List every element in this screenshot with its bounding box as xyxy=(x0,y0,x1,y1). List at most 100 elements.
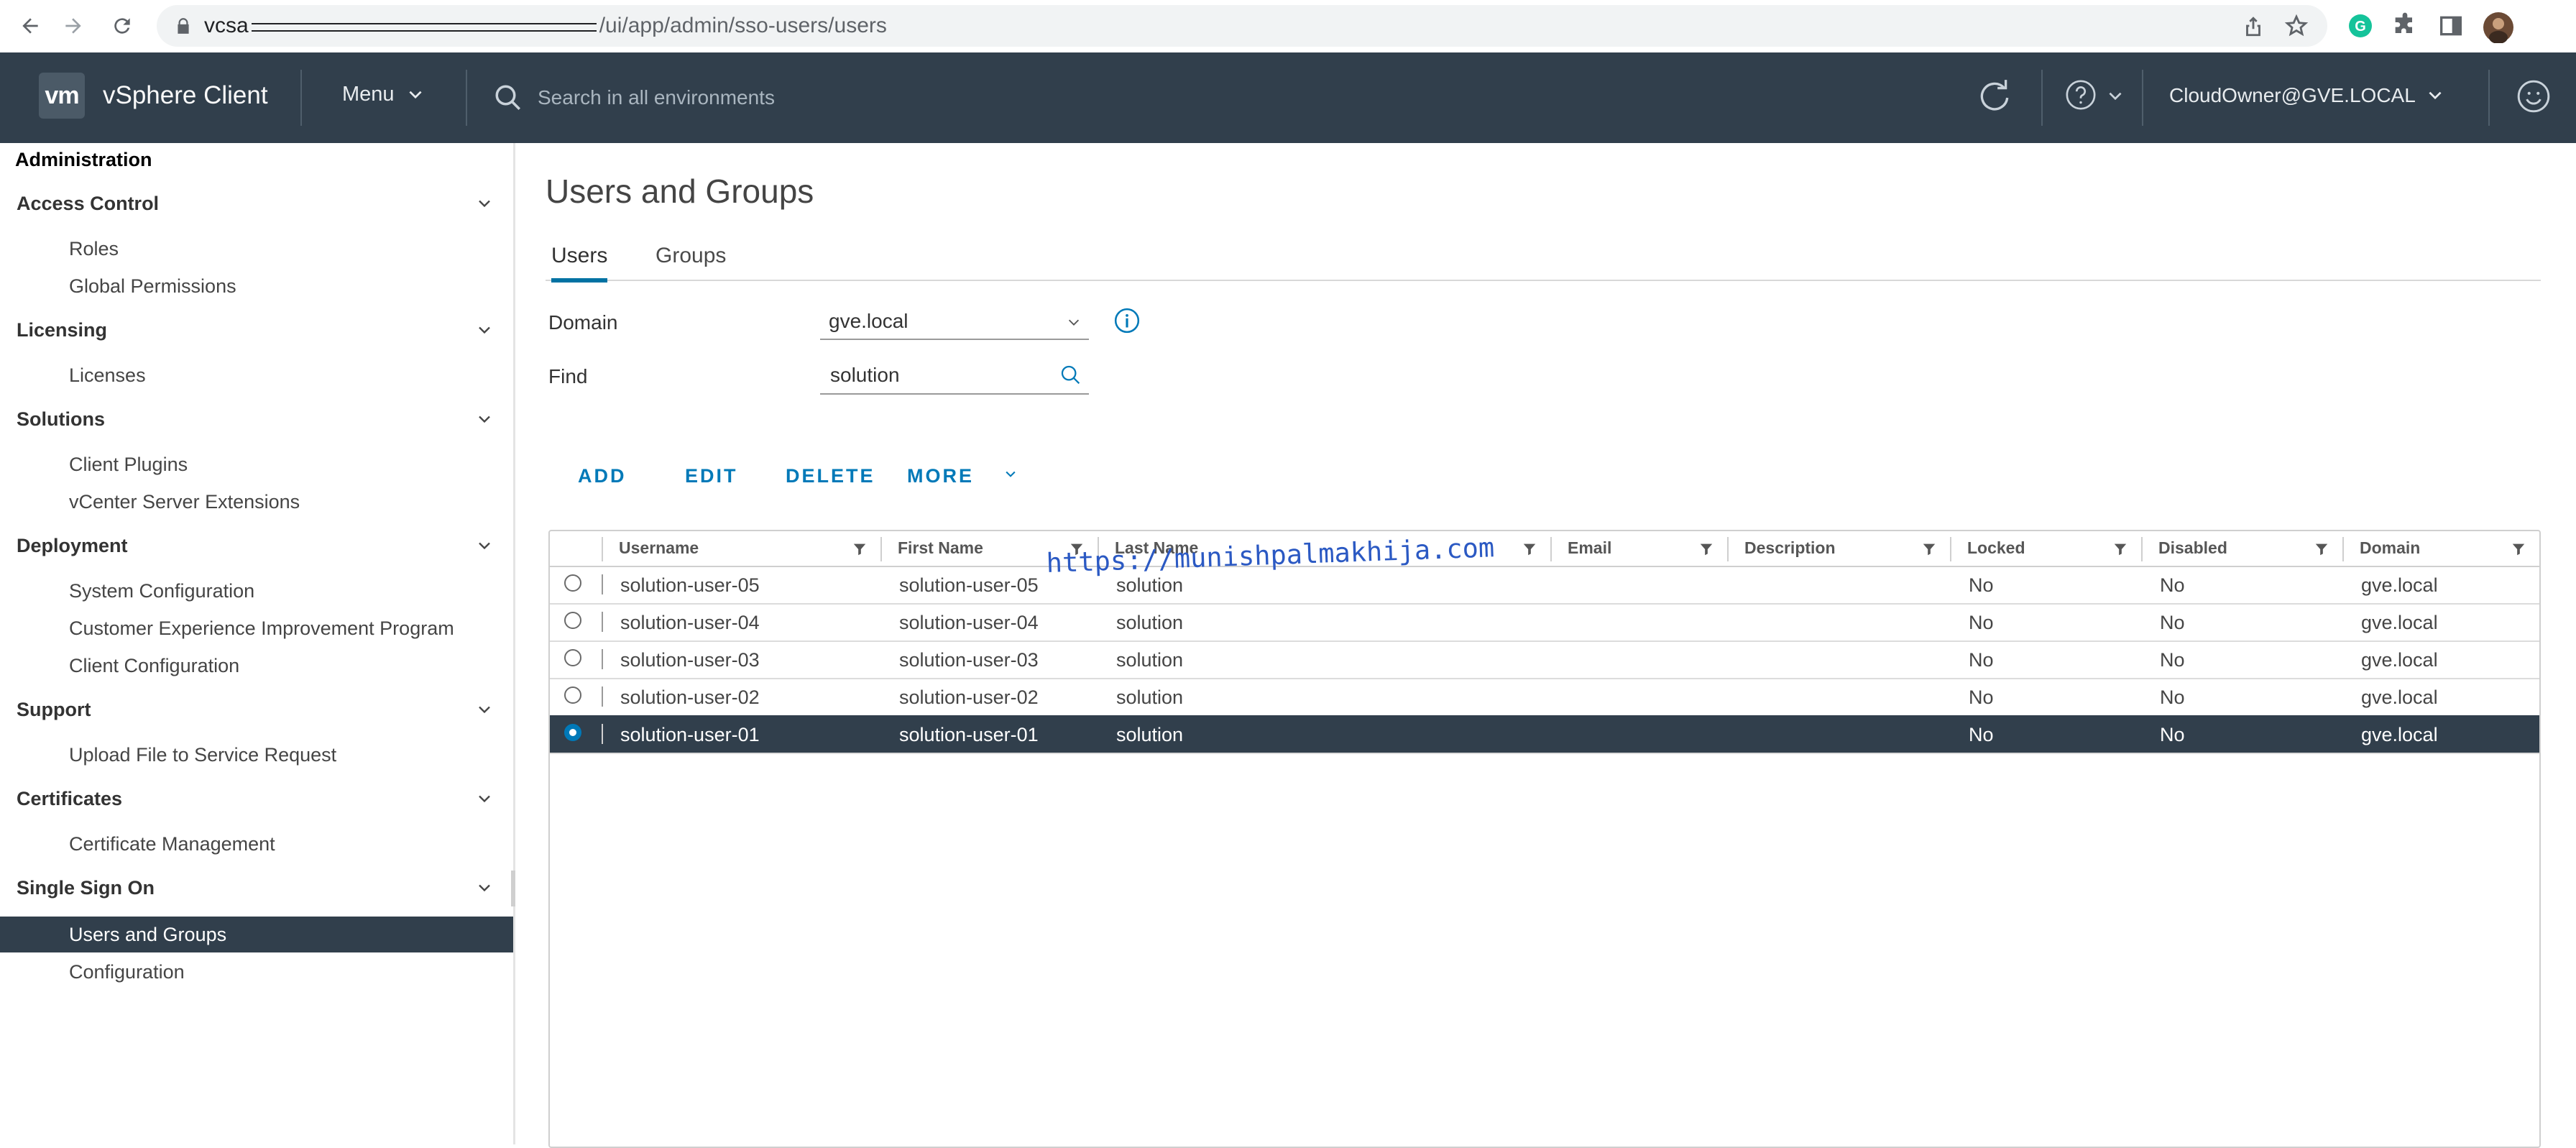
grammarly-extension-icon[interactable]: G xyxy=(2346,12,2375,40)
find-field[interactable] xyxy=(820,359,1089,395)
sidebar-item-users-and-groups[interactable]: Users and Groups xyxy=(0,917,513,952)
chevron-down-icon[interactable] xyxy=(474,409,494,429)
user-menu[interactable]: CloudOwner@GVE.LOCAL xyxy=(2169,84,2444,107)
row-select-radio[interactable] xyxy=(564,574,581,592)
cell-locked: No xyxy=(1969,686,1994,708)
app-title[interactable]: vSphere Client xyxy=(103,81,268,110)
sidebar-item-upload-file[interactable]: Upload File to Service Request xyxy=(0,737,513,773)
back-button[interactable] xyxy=(14,10,46,42)
chevron-down-icon[interactable] xyxy=(474,536,494,556)
domain-select[interactable]: gve.local xyxy=(820,307,1089,340)
column-header-email[interactable]: Email xyxy=(1550,531,1727,566)
table-row[interactable]: solution-user-03 solution-user-03 soluti… xyxy=(550,640,2539,679)
filter-icon[interactable] xyxy=(2511,541,2526,557)
bookmark-star-icon[interactable] xyxy=(2284,14,2309,38)
app-header: vm vSphere Client Menu CloudOwner@GVE.LO… xyxy=(0,52,2576,143)
column-header-username[interactable]: Username xyxy=(602,531,880,566)
table-row[interactable]: solution-user-05 solution-user-05 soluti… xyxy=(550,566,2539,605)
sidebar-group-certificates[interactable]: Certificates xyxy=(17,788,122,810)
filter-icon[interactable] xyxy=(1522,541,1537,557)
column-header-disabled[interactable]: Disabled xyxy=(2141,531,2342,566)
reload-button[interactable] xyxy=(106,10,138,42)
sidebar-item-client-plugins[interactable]: Client Plugins xyxy=(0,446,513,482)
sidebar-group-deployment[interactable]: Deployment xyxy=(17,535,128,557)
column-header-locked[interactable]: Locked xyxy=(1950,531,2141,566)
filter-icon[interactable] xyxy=(852,541,868,557)
info-icon[interactable] xyxy=(1113,307,1141,334)
tab-users[interactable]: Users xyxy=(551,244,608,283)
chevron-down-icon xyxy=(1068,319,1080,326)
page-title: Users and Groups xyxy=(546,173,814,210)
sidebar-group-solutions[interactable]: Solutions xyxy=(17,408,105,431)
column-header-domain[interactable]: Domain xyxy=(2342,531,2539,566)
sidebar-item-label: Client Plugins xyxy=(69,454,188,475)
feedback-smiley-icon[interactable] xyxy=(2516,78,2552,114)
find-label: Find xyxy=(548,365,588,387)
filter-icon[interactable] xyxy=(2112,541,2128,557)
row-separator xyxy=(602,724,603,744)
share-icon[interactable] xyxy=(2241,14,2266,38)
sidebar-item-label: Roles xyxy=(69,238,119,260)
global-search[interactable] xyxy=(493,74,1356,121)
search-icon[interactable] xyxy=(1059,363,1083,387)
header-divider xyxy=(2488,70,2490,126)
refresh-icon[interactable] xyxy=(1977,78,2012,114)
sidebar-group-access-control[interactable]: Access Control xyxy=(17,193,159,215)
sidebar-item-roles[interactable]: Roles xyxy=(0,231,513,267)
help-icon[interactable] xyxy=(2064,78,2097,111)
side-panel-icon[interactable] xyxy=(2437,12,2465,40)
sidebar-group-licensing[interactable]: Licensing xyxy=(17,319,107,341)
sidebar-item-licenses[interactable]: Licenses xyxy=(0,357,513,393)
chevron-down-icon xyxy=(409,91,422,98)
filter-icon[interactable] xyxy=(1921,541,1937,557)
chevron-down-icon[interactable] xyxy=(474,878,494,898)
column-header-description[interactable]: Description xyxy=(1727,531,1950,566)
menu-button[interactable]: Menu xyxy=(342,83,425,106)
sidebar-item-vcenter-server-extensions[interactable]: vCenter Server Extensions xyxy=(0,484,513,520)
chevron-down-icon[interactable] xyxy=(474,320,494,340)
filter-icon[interactable] xyxy=(1698,541,1714,557)
column-separator xyxy=(602,537,603,561)
find-input[interactable] xyxy=(829,362,1047,389)
cell-username: solution-user-03 xyxy=(620,649,760,671)
vmware-logo[interactable]: vm xyxy=(39,73,85,119)
global-search-input[interactable] xyxy=(536,83,1186,113)
filter-icon[interactable] xyxy=(2314,541,2329,557)
sidebar-item-label: Customer Experience Improvement Program xyxy=(69,617,454,639)
row-select-radio[interactable] xyxy=(564,724,581,741)
chevron-down-icon[interactable] xyxy=(474,699,494,720)
chevron-down-icon[interactable] xyxy=(2106,87,2125,106)
tab-groups[interactable]: Groups xyxy=(656,244,726,278)
row-select-radio[interactable] xyxy=(564,686,581,704)
sidebar-item-configuration[interactable]: Configuration xyxy=(0,954,513,990)
domain-selected-value: gve.local xyxy=(829,310,908,332)
sidebar-item-client-configuration[interactable]: Client Configuration xyxy=(0,648,513,684)
sidebar-group-single-sign-on[interactable]: Single Sign On xyxy=(17,877,155,899)
row-select-radio[interactable] xyxy=(564,612,581,629)
table-row[interactable]: solution-user-04 solution-user-04 soluti… xyxy=(550,603,2539,642)
table-row[interactable]: solution-user-02 solution-user-02 soluti… xyxy=(550,678,2539,717)
extensions-puzzle-icon[interactable] xyxy=(2391,12,2419,40)
chevron-down-icon[interactable] xyxy=(474,193,494,213)
sidebar-item-ceip[interactable]: Customer Experience Improvement Program xyxy=(0,610,513,646)
sidebar-item-global-permissions[interactable]: Global Permissions xyxy=(0,268,513,304)
cell-first-name: solution-user-05 xyxy=(899,574,1039,596)
cell-username: solution-user-04 xyxy=(620,612,760,633)
add-button[interactable]: ADD xyxy=(578,465,627,487)
table-row-selected[interactable]: solution-user-01 solution-user-01 soluti… xyxy=(550,715,2539,754)
sidebar-item-system-configuration[interactable]: System Configuration xyxy=(0,573,513,609)
sidebar-item-label: Upload File to Service Request xyxy=(69,744,337,766)
edit-button[interactable]: EDIT xyxy=(685,465,738,487)
profile-avatar[interactable] xyxy=(2483,12,2513,44)
forward-button[interactable] xyxy=(58,10,89,42)
header-divider xyxy=(300,70,302,126)
more-button[interactable]: MORE xyxy=(907,465,1016,487)
column-label: Description xyxy=(1744,538,1836,557)
row-select-radio[interactable] xyxy=(564,649,581,666)
chevron-down-icon[interactable] xyxy=(474,789,494,809)
address-bar[interactable]: vcsa /ui/app/admin/sso-users/users xyxy=(157,5,2327,47)
sidebar-group-support[interactable]: Support xyxy=(17,699,91,721)
sidebar-item-certificate-management[interactable]: Certificate Management xyxy=(0,826,513,862)
column-separator xyxy=(2342,537,2344,561)
delete-button[interactable]: DELETE xyxy=(786,465,875,487)
